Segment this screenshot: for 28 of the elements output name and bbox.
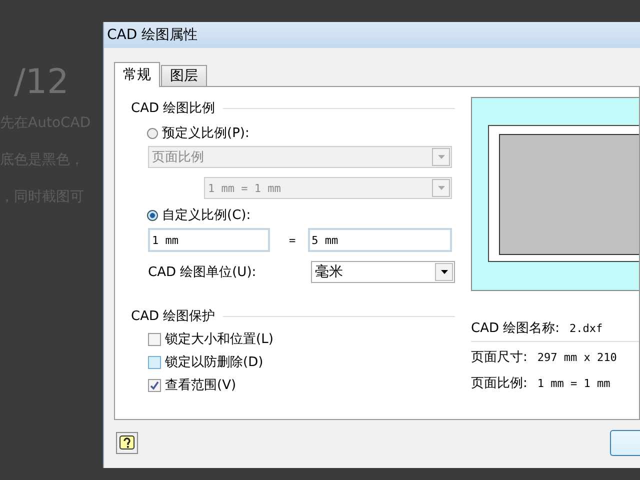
info-value: 297 mm x 210 — [537, 350, 617, 364]
checkbox-label: 锁定大小和位置(L) — [165, 331, 274, 348]
input-field[interactable]: 5 mm — [308, 228, 452, 252]
unit-label: CAD 绘图单位(U): — [148, 264, 258, 281]
help-icon[interactable] — [116, 432, 138, 454]
checkbox-label: 锁定以防删除(D) — [165, 354, 264, 371]
input-field[interactable]: 1 mm — [148, 228, 270, 252]
radio-button[interactable] — [147, 128, 158, 138]
equals-sign: = — [289, 234, 296, 246]
group-title: CAD 绘图保护 — [131, 308, 216, 325]
unit-dropdown[interactable]: 毫米 — [311, 261, 455, 283]
radio-label: 预定义比例(P): — [162, 125, 250, 142]
checkbox[interactable] — [148, 356, 161, 368]
tab[interactable]: 图层 — [161, 65, 207, 86]
group-title: CAD 绘图比例 — [131, 100, 216, 117]
tab[interactable]: 常规 — [114, 62, 160, 87]
checkbox[interactable] — [148, 378, 161, 392]
info-label: CAD 绘图名称: — [471, 320, 560, 337]
radio-label: 自定义比例(C): — [162, 207, 251, 224]
info-value: 1 mm = 1 mm — [537, 376, 610, 390]
window-title: CAD 绘图属性 — [107, 26, 198, 44]
checkbox[interactable] — [148, 332, 161, 346]
info-value: 2.dxf — [570, 322, 603, 334]
radio-button[interactable] — [147, 210, 158, 220]
checkbox-label: 查看范围(V) — [165, 377, 236, 394]
dialog-button[interactable] — [610, 430, 640, 456]
info-label: 页面尺寸: — [471, 349, 528, 366]
info-label: 页面比例: — [471, 375, 528, 392]
